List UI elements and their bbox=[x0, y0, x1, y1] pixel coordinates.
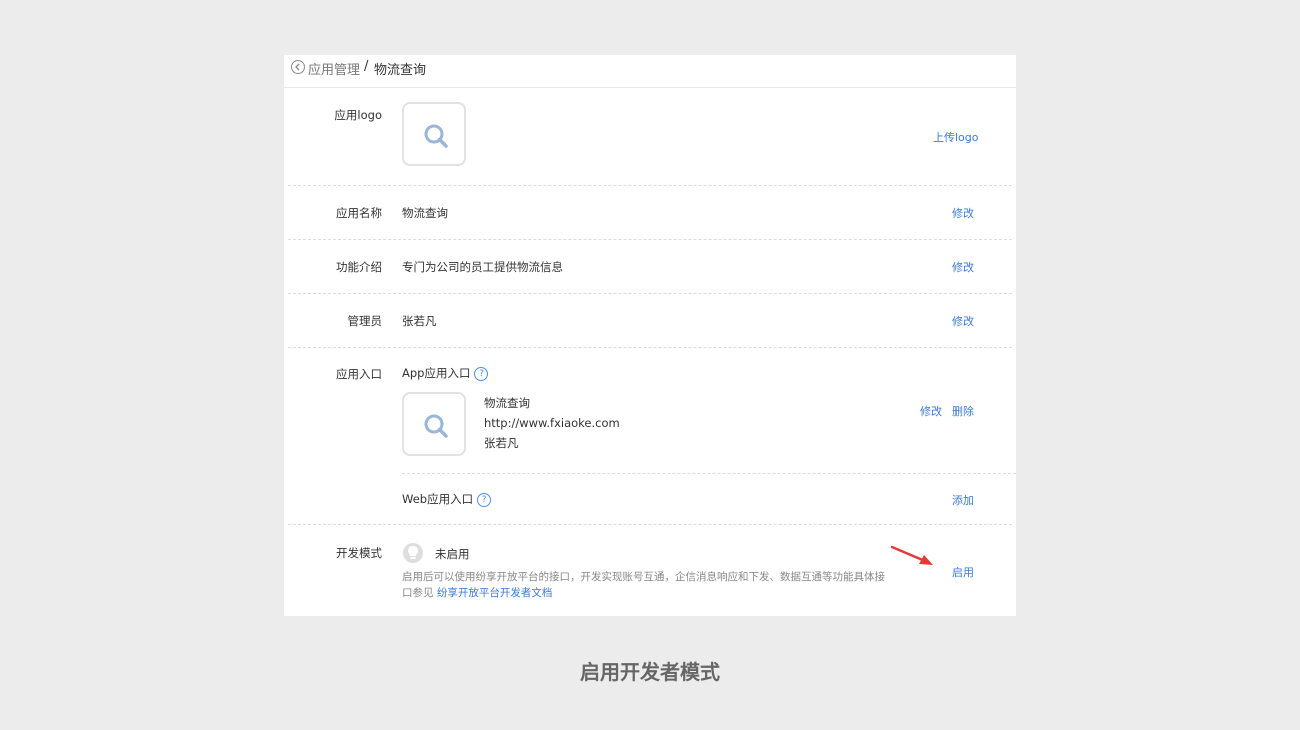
row-label-admin: 管理员 bbox=[347, 314, 383, 328]
row-label-logo: 应用logo bbox=[334, 108, 382, 122]
app-entry-admin: 张若凡 bbox=[484, 436, 519, 450]
row-admin: 管理员 张若凡 修改 bbox=[288, 294, 1012, 348]
enable-dev-mode-link[interactable]: 启用 bbox=[952, 564, 974, 580]
search-icon bbox=[424, 414, 448, 438]
page-caption: 启用开发者模式 bbox=[580, 660, 720, 684]
app-intro-value: 专门为公司的员工提供物流信息 bbox=[402, 260, 563, 274]
app-entry-details: 物流查询 http://www.fxiaoke.com 张若凡 bbox=[484, 393, 620, 453]
app-entry-name: 物流查询 bbox=[484, 396, 530, 410]
app-entry-title: App应用入口? bbox=[402, 365, 489, 381]
app-entry-title-text: App应用入口 bbox=[402, 366, 471, 380]
search-icon bbox=[424, 124, 448, 148]
app-entry-url: http://www.fxiaoke.com bbox=[484, 416, 620, 430]
dev-description: 启用后可以使用纷享开放平台的接口，开发实现账号互通，企信消息响应和下发、数据互通… bbox=[402, 569, 894, 601]
breadcrumb: 应用管理 / 物流查询 bbox=[284, 55, 1016, 88]
row-label-name: 应用名称 bbox=[336, 206, 382, 220]
app-detail-panel: 应用管理 / 物流查询 应用logo 上传logo 应用名称 物流查询 修改 功… bbox=[284, 55, 1016, 616]
delete-app-entry-link[interactable]: 删除 bbox=[952, 403, 974, 419]
row-intro: 功能介绍 专门为公司的员工提供物流信息 修改 bbox=[288, 240, 1012, 294]
breadcrumb-parent[interactable]: 应用管理 bbox=[308, 59, 360, 78]
row-name: 应用名称 物流查询 修改 bbox=[288, 186, 1012, 240]
add-web-entry-link[interactable]: 添加 bbox=[952, 492, 974, 508]
row-logo: 应用logo 上传logo bbox=[288, 88, 1012, 186]
upload-logo-link[interactable]: 上传logo bbox=[933, 129, 979, 145]
edit-admin-link[interactable]: 修改 bbox=[952, 313, 974, 329]
developer-docs-link[interactable]: 纷享开放平台开发者文档 bbox=[437, 587, 553, 599]
row-entry: 应用入口 App应用入口? 物流查询 http://www.fxiaoke.co… bbox=[288, 348, 1016, 525]
app-admin-value: 张若凡 bbox=[402, 314, 437, 328]
edit-app-entry-link[interactable]: 修改 bbox=[920, 403, 942, 419]
help-icon[interactable]: ? bbox=[477, 492, 492, 507]
back-icon[interactable] bbox=[291, 60, 305, 74]
app-entry-logo bbox=[402, 392, 466, 456]
app-name-value: 物流查询 bbox=[402, 206, 448, 220]
web-entry-title-text: Web应用入口 bbox=[402, 492, 474, 506]
bulb-icon bbox=[403, 543, 423, 563]
arrow-annotation bbox=[890, 545, 933, 565]
app-logo bbox=[402, 102, 466, 166]
edit-name-link[interactable]: 修改 bbox=[952, 205, 974, 221]
web-entry-title: Web应用入口? bbox=[402, 491, 492, 507]
dev-status: 未启用 bbox=[435, 547, 470, 561]
entry-divider bbox=[402, 473, 1016, 474]
row-label-dev: 开发模式 bbox=[336, 546, 382, 560]
edit-intro-link[interactable]: 修改 bbox=[952, 259, 974, 275]
row-label-entry: 应用入口 bbox=[336, 367, 382, 381]
row-dev-mode: 开发模式 未启用 启用后可以使用纷享开放平台的接口，开发实现账号互通，企信消息响… bbox=[288, 525, 1012, 616]
help-icon[interactable]: ? bbox=[474, 366, 489, 381]
breadcrumb-separator: / bbox=[364, 59, 369, 74]
row-label-intro: 功能介绍 bbox=[336, 260, 382, 274]
breadcrumb-current: 物流查询 bbox=[374, 63, 427, 78]
